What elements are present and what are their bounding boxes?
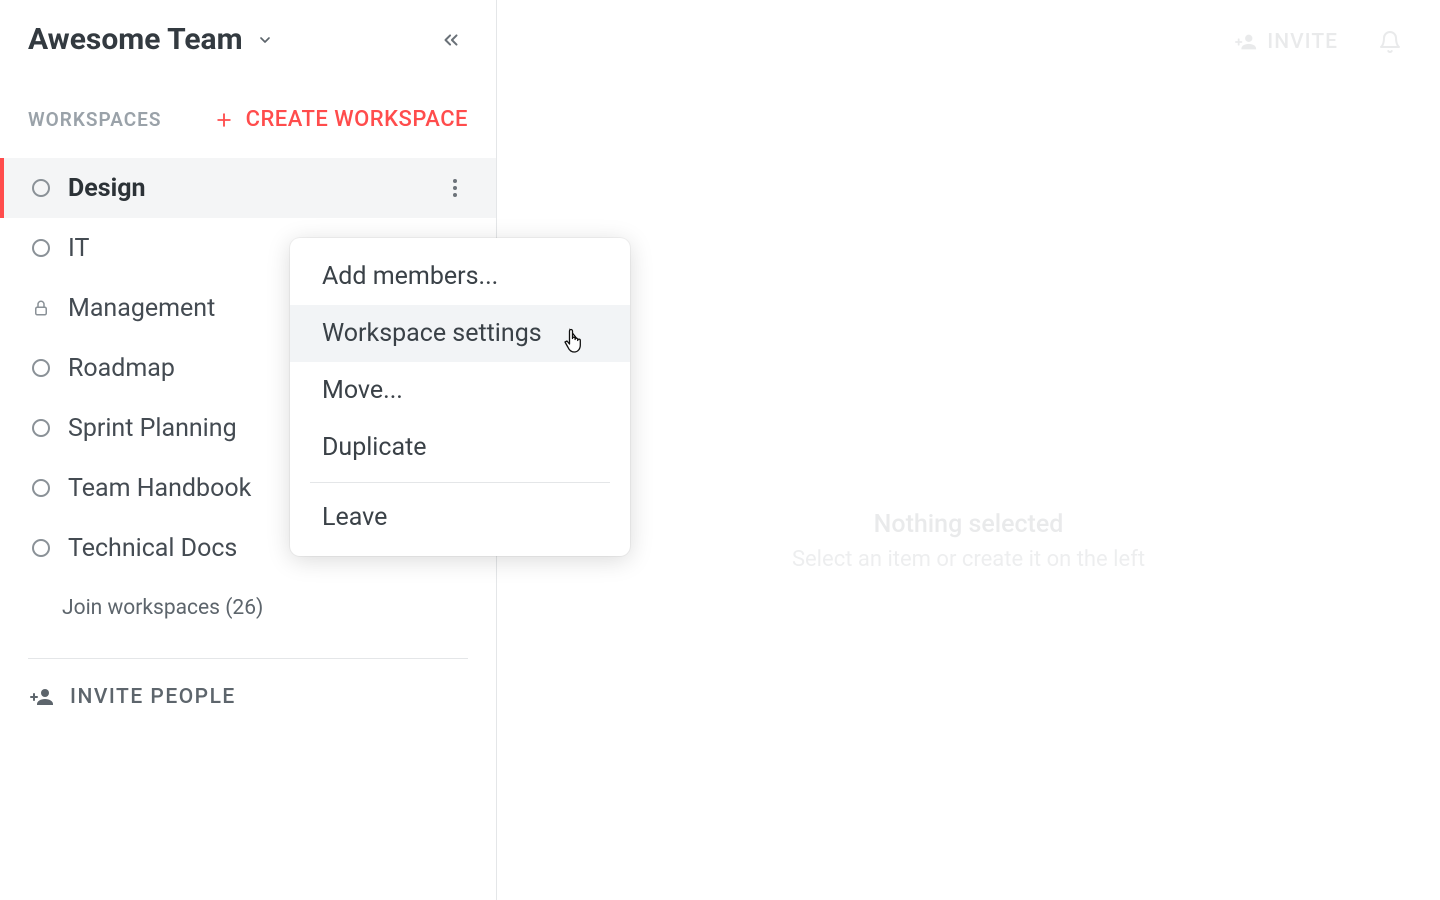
team-switcher[interactable]: Awesome Team <box>28 22 273 57</box>
workspaces-heading: WORKSPACES <box>28 108 161 131</box>
person-add-icon <box>30 685 54 709</box>
menu-item-label: Duplicate <box>322 433 427 462</box>
workspace-item-design[interactable]: Design <box>0 158 496 218</box>
menu-separator <box>310 482 610 483</box>
menu-duplicate[interactable]: Duplicate <box>290 419 630 476</box>
menu-leave[interactable]: Leave <box>290 489 630 546</box>
menu-item-label: Move... <box>322 376 403 405</box>
menu-item-label: Add members... <box>322 262 498 291</box>
app-root: Awesome Team WORKSPACES CREATE WORKSPACE <box>0 0 1440 900</box>
workspace-context-menu: Add members... Workspace settings Move..… <box>290 238 630 556</box>
menu-item-label: Leave <box>322 503 387 532</box>
circle-icon <box>32 539 50 557</box>
join-workspaces-label: Join workspaces (26) <box>62 596 263 620</box>
menu-workspace-settings[interactable]: Workspace settings <box>290 305 630 362</box>
circle-icon <box>32 359 50 377</box>
invite-people-label: INVITE PEOPLE <box>70 685 236 709</box>
menu-item-label: Workspace settings <box>322 319 542 348</box>
divider <box>28 658 468 659</box>
create-workspace-button[interactable]: CREATE WORKSPACE <box>214 107 468 132</box>
create-workspace-label: CREATE WORKSPACE <box>246 107 468 132</box>
menu-move[interactable]: Move... <box>290 362 630 419</box>
chevron-down-icon <box>257 32 273 48</box>
team-name: Awesome Team <box>28 22 243 57</box>
circle-icon <box>32 179 50 197</box>
menu-add-members[interactable]: Add members... <box>290 248 630 305</box>
team-header: Awesome Team <box>0 0 496 75</box>
main-area: INVITE Nothing selected Select an item o… <box>497 0 1440 900</box>
workspace-item-label: Design <box>68 174 424 203</box>
invite-people-button[interactable]: INVITE PEOPLE <box>0 667 496 727</box>
collapse-sidebar-button[interactable] <box>434 23 468 57</box>
circle-icon <box>32 239 50 257</box>
join-workspaces-link[interactable]: Join workspaces (26) <box>0 578 496 638</box>
circle-icon <box>32 419 50 437</box>
workspace-more-button[interactable] <box>442 172 468 204</box>
plus-icon <box>214 110 234 130</box>
workspaces-bar: WORKSPACES CREATE WORKSPACE <box>0 75 496 152</box>
lock-icon <box>32 299 50 317</box>
circle-icon <box>32 479 50 497</box>
dim-overlay <box>497 0 1440 900</box>
